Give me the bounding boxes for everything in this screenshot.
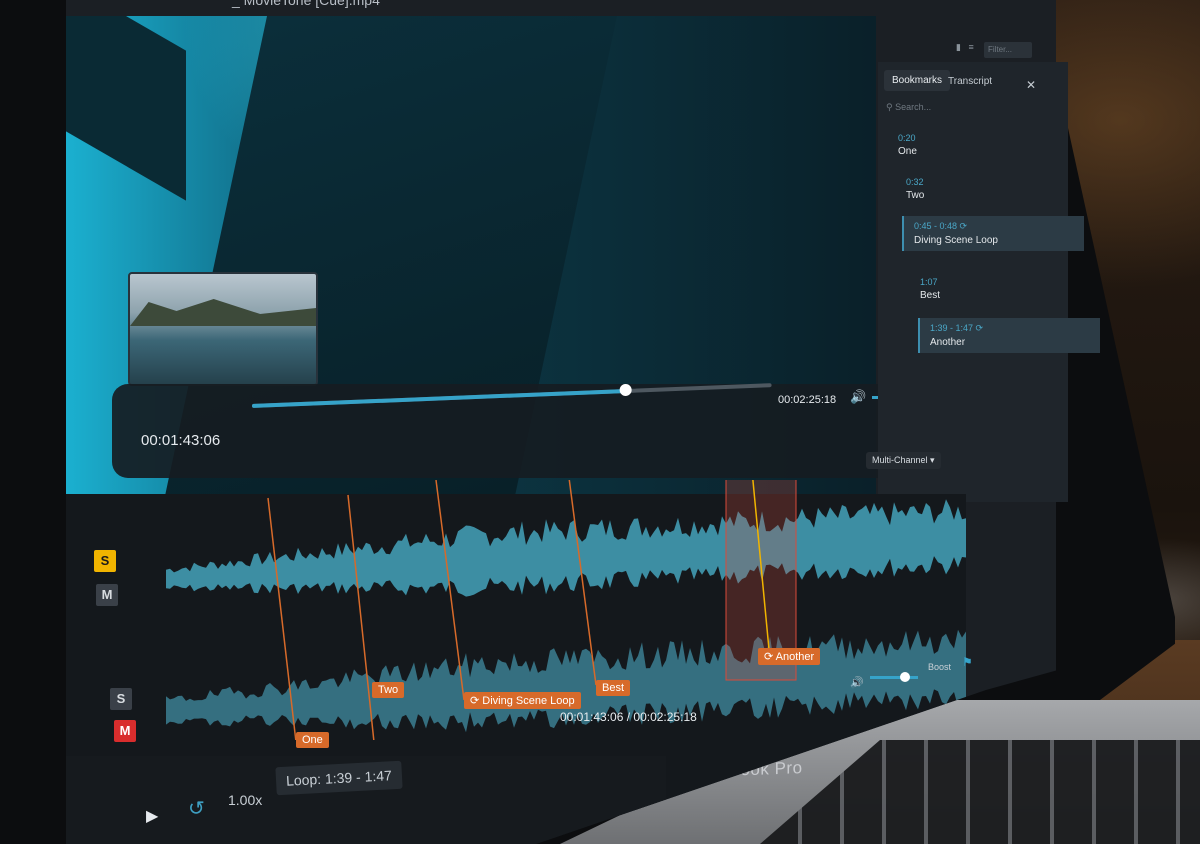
marker-label-loop[interactable]: ⟳ Diving Scene Loop — [464, 692, 581, 709]
current-time: 00:01:43:06 — [141, 432, 221, 449]
marker-label-loop[interactable]: ⟳ Another — [758, 648, 821, 665]
channel-mode-label: Multi-Channel — [872, 455, 928, 465]
bookmark-time: 1:39 - 1:47 — [930, 323, 974, 333]
waveform-time-readout: 00:01:43:06 / 00:02:25:18 — [560, 710, 697, 724]
bookmark-time: 0:32 — [906, 177, 924, 187]
bookmark-item[interactable]: 0:32 Two — [896, 172, 1076, 206]
bookmark-time: 0:45 - 0:48 — [914, 221, 958, 231]
marker-label[interactable]: One — [296, 732, 329, 748]
bookmark-item-loop[interactable]: 0:45 - 0:48 ⟳ Diving Scene Loop — [902, 216, 1084, 251]
chevron-down-icon: ▾ — [930, 455, 935, 465]
marker-label[interactable]: Best — [596, 680, 631, 696]
volume-icon[interactable]: 🔊 — [850, 389, 866, 405]
marker-label: Diving Scene Loop — [482, 695, 575, 707]
solo-button[interactable]: S — [110, 688, 132, 710]
bookmark-time: 0:20 — [898, 133, 916, 143]
bookmark-label: Two — [906, 190, 925, 201]
mute-button[interactable]: M — [96, 584, 118, 606]
panel-header: Bookmarks Transcript ✕ — [878, 62, 1068, 98]
bookmark-label: Another — [930, 337, 966, 348]
playback-speed[interactable]: 1.00x — [228, 792, 262, 808]
tab-transcript[interactable]: Transcript — [948, 76, 992, 87]
boost-slider[interactable] — [870, 676, 918, 679]
bookmark-label: One — [898, 146, 917, 157]
repeat-icon[interactable]: ↺ — [188, 796, 205, 821]
bookmark-time: 1:07 — [920, 277, 938, 287]
waveform-channel-1 — [166, 499, 966, 597]
marker-label: Another — [775, 651, 815, 663]
pip-coastline — [130, 299, 316, 326]
window-title: _ MovieTone [Cue].mp4 — [232, 0, 380, 8]
bookmark-item[interactable]: 0:20 One — [888, 128, 1068, 162]
solo-button[interactable]: S — [94, 550, 116, 572]
bookmark-label: Diving Scene Loop — [914, 235, 998, 246]
video-rock-left — [66, 16, 186, 201]
loop-icon: ⟳ — [975, 323, 984, 333]
bookmark-label: Best — [920, 290, 941, 301]
mute-button[interactable]: M — [114, 720, 136, 742]
boost-label: Boost — [928, 662, 952, 672]
waveform-shape — [166, 499, 966, 597]
marker-label[interactable]: Two — [372, 682, 405, 698]
bookmark-icon[interactable]: ⚑ — [962, 655, 973, 669]
loop-icon: ⟳ — [764, 651, 774, 663]
search-icon: ⚲ — [886, 102, 893, 112]
loop-icon: ⟳ — [959, 221, 968, 231]
boost-handle[interactable] — [900, 672, 910, 682]
bookmark-time-row: 0:45 - 0:48 ⟳ — [914, 221, 1074, 232]
bookmark-time-row: 1:39 - 1:47 ⟳ — [930, 323, 1090, 334]
volume-icon[interactable]: 🔊 — [850, 676, 864, 689]
filter-input[interactable]: Filter... — [984, 42, 1032, 58]
search-placeholder: Search... — [895, 102, 932, 112]
play-icon[interactable]: ▶ — [146, 806, 158, 826]
channel-mode-dropdown[interactable]: Multi-Channel ▾ — [866, 452, 941, 469]
bookmark-panel: Bookmarks Transcript ✕ ⚲ Search... 0:20 … — [878, 62, 1100, 502]
bookmark-item[interactable]: 1:07 Best — [910, 272, 1090, 306]
bookmark-item-loop[interactable]: 1:39 - 1:47 ⟳ Another — [918, 318, 1100, 353]
total-time: 00:02:25:18 — [778, 394, 837, 406]
tab-bookmarks[interactable]: Bookmarks — [884, 70, 951, 91]
picture-in-picture-thumbnail[interactable] — [128, 272, 318, 386]
close-icon[interactable]: ✕ — [1026, 78, 1036, 92]
search-input[interactable]: ⚲ Search... — [886, 102, 931, 113]
panel-toolbar-icons[interactable]: ▮ ≡ — [956, 42, 974, 53]
loop-icon: ⟳ — [470, 695, 480, 707]
